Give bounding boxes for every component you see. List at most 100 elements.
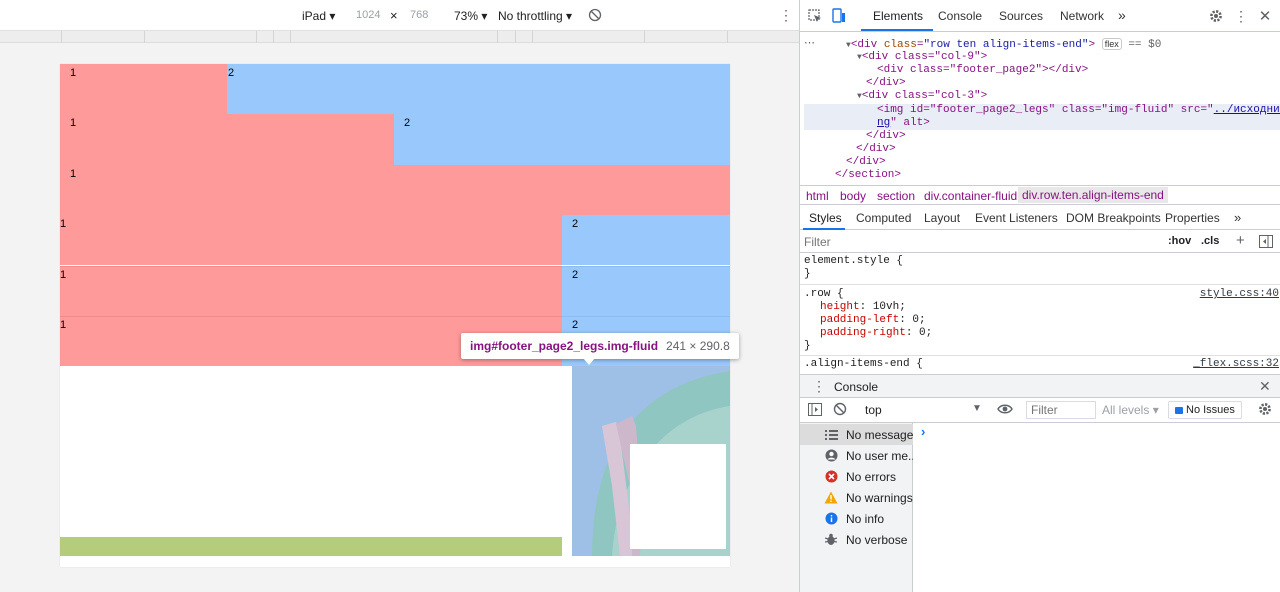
row3-col-full: 1 [60,165,730,215]
tab-properties[interactable]: Properties [1165,211,1220,225]
active-tab-indicator [861,29,933,31]
sidebar-item-user-messages[interactable]: No user me... [800,445,913,466]
console-prompt[interactable]: › [921,424,925,439]
footer-page2-legs-image[interactable] [572,366,730,556]
device-select[interactable]: iPad ▾ [302,9,335,23]
drawer-close-icon[interactable]: ✕ [1259,378,1271,395]
tab-elements[interactable]: Elements [873,9,923,23]
element-style-rule[interactable]: element.style { [804,255,903,268]
issues-button[interactable]: No Issues [1168,401,1242,419]
breadcrumb-html[interactable]: html [806,189,829,203]
console-settings-gear-icon[interactable] [1258,402,1272,419]
dom-markup: <img id="footer_page2_legs" class="img-f… [877,104,1214,116]
width-input[interactable]: 1024 [356,9,380,21]
styles-filter-input[interactable] [804,234,954,250]
tooltip-selector: img#footer_page2_legs.img-fluid [470,339,659,353]
row-rule-selector[interactable]: .row { [804,288,844,301]
kebab-menu-icon[interactable]: ⋮ [1234,8,1248,24]
flex-badge[interactable]: flex [1101,38,1122,50]
inspect-element-icon[interactable] [808,9,822,23]
cell-number: 2 [572,269,579,281]
css-property[interactable]: padding-right: 0; [820,327,932,340]
dom-node-col9[interactable]: ▼<div class="col-9"> [857,51,987,64]
selected-node-ref: == $0 [1128,39,1162,51]
css-prop-value: 0; [919,327,933,339]
gear-icon[interactable] [1209,9,1223,23]
dom-close-div: </div> [866,130,906,142]
sidebar-item-messages[interactable]: No messages [800,424,913,445]
ellipsis-icon[interactable]: ⋯ [804,38,815,51]
device-toolbar-icon[interactable] [832,8,846,24]
sidebar-item-warnings[interactable]: No warnings [800,487,913,508]
toggle-sidebar-icon[interactable] [1259,235,1273,251]
sidebar-item-info[interactable]: No info [800,508,913,529]
dom-node-col3[interactable]: ▼<div class="col-3"> [857,90,987,103]
eye-icon[interactable] [997,403,1013,418]
dom-node-footer-page2[interactable]: <div class="footer_page2"></div> [877,64,1088,77]
context-chevron-down-icon[interactable]: ▼ [972,403,982,414]
cls-toggle[interactable]: .cls [1201,235,1219,247]
console-drawer-header: ⋮ Console ✕ [800,374,1280,398]
sidebar-item-label: No verbose [846,532,908,547]
img-src-link[interactable]: ../исходники/7.p [1214,104,1280,116]
hov-toggle[interactable]: :hov [1168,235,1191,247]
tab-network[interactable]: Network [1060,9,1104,23]
tab-console[interactable]: Console [938,9,982,23]
dom-tag-close: > [1088,39,1096,51]
tab-layout[interactable]: Layout [924,211,960,225]
sidebar-item-errors[interactable]: No errors [800,466,913,487]
img-src-link-cont[interactable]: ng [877,117,890,129]
clear-console-icon[interactable] [833,402,847,419]
new-style-rule-icon[interactable]: + [1236,232,1245,249]
cell-number: 2 [572,218,579,230]
breadcrumb-container[interactable]: div.container-fluid [924,189,1017,203]
sidebar-item-label: No errors [846,469,897,484]
more-tabs-button[interactable]: » [1118,7,1126,23]
breadcrumb-body[interactable]: body [840,189,866,203]
row-rule-source-link[interactable]: style.css:40 [1200,288,1279,300]
warning-icon [824,491,838,505]
elements-sub-tabs: Styles Computed Layout Event Listeners D… [800,206,1280,230]
dom-close-div: </div> [866,77,906,89]
tab-styles[interactable]: Styles [809,211,842,225]
media-query-ruler [0,31,799,43]
drawer-tab-console[interactable]: Console [834,380,878,394]
drawer-menu-icon[interactable]: ⋮ [812,378,826,395]
cell-number: 1 [70,67,77,79]
cell-number: 2 [572,319,579,331]
more-sub-tabs-button[interactable]: » [1234,210,1241,225]
throttling-select[interactable]: No throttling ▾ [498,9,572,23]
list-icon [824,428,838,442]
align-rule-selector[interactable]: .align-items-end { [804,358,923,371]
device-viewport-area: iPad ▾ 1024 × 768 73% ▾ No throttling ▾ … [0,0,799,592]
context-selector[interactable]: top [865,403,882,417]
align-rule-source-link[interactable]: _flex.scss:32 [1193,358,1279,370]
tab-event-listeners[interactable]: Event Listeners [975,211,1058,225]
sidebar-toggle-icon[interactable] [808,403,822,419]
height-input[interactable]: 768 [410,9,428,21]
dom-node-row[interactable]: ▼<div class="row ten align-items-end"> f… [846,38,1161,51]
css-prop-value: 0; [912,314,926,326]
css-property[interactable]: height: 10vh; [820,301,906,314]
rotate-icon[interactable] [588,8,602,25]
zoom-select[interactable]: 73% ▾ [454,9,487,23]
tab-dom-breakpoints[interactable]: DOM Breakpoints [1066,211,1161,225]
console-filter-input[interactable] [1026,401,1096,419]
dom-node-img[interactable]: <img id="footer_page2_legs" class="img-f… [877,104,1280,117]
close-icon[interactable]: ✕ [1258,8,1272,25]
css-property[interactable]: padding-left: 0; [820,314,926,327]
rule-separator [800,355,1280,356]
sidebar-item-label: No messages [846,427,913,442]
sidebar-item-label: No warnings [846,490,913,505]
breadcrumb-row[interactable]: div.row.ten.align-items-end [1018,187,1168,203]
sidebar-item-verbose[interactable]: No verbose [800,529,913,550]
breadcrumb-section[interactable]: section [877,189,915,203]
more-options-icon[interactable]: ⋮ [779,7,793,24]
info-icon [824,512,838,526]
row2-col-left: 1 [60,114,394,165]
devtools-panel: Elements Console Sources Network » ⋮ ✕ -… [799,0,1280,592]
tab-sources[interactable]: Sources [999,9,1043,23]
dom-close-div: </div> [856,143,896,155]
tab-computed[interactable]: Computed [856,211,911,225]
log-levels-select[interactable]: All levels ▾ [1102,403,1159,417]
